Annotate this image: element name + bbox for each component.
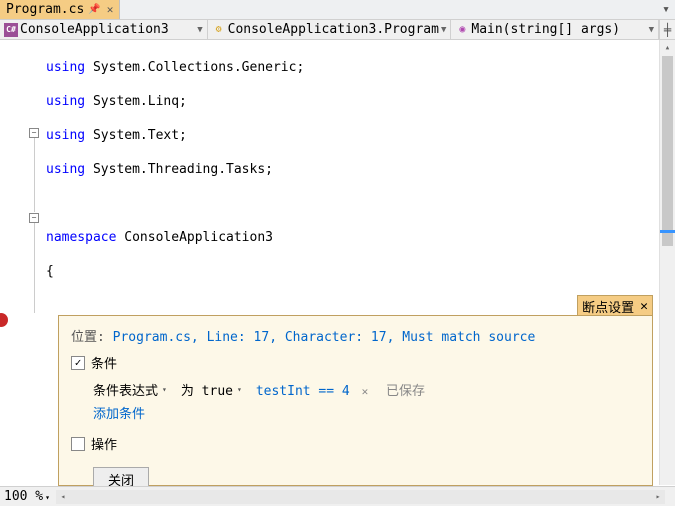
condition-op-dropdown[interactable]: 为 true▾ xyxy=(181,380,242,399)
condition-checkbox[interactable]: ✓ xyxy=(71,356,85,370)
condition-type-dropdown[interactable]: 条件表达式▾ xyxy=(93,380,167,399)
status-bar: 100 %▾ ◂ ▸ xyxy=(0,486,675,506)
fold-icon[interactable]: − xyxy=(29,213,39,223)
tab-label: Program.cs xyxy=(6,2,84,17)
location-row: 位置: Program.cs, Line: 17, Character: 17,… xyxy=(71,326,640,345)
saved-label: 已保存 xyxy=(386,384,425,399)
nav-class[interactable]: ⚙ ConsoleApplication3.Program ▼ xyxy=(208,20,452,39)
close-icon[interactable]: ✕ xyxy=(107,3,114,16)
scroll-left-icon[interactable]: ◂ xyxy=(56,490,70,504)
horizontal-scrollbar[interactable]: ◂ ▸ xyxy=(56,490,665,504)
fold-icon[interactable]: − xyxy=(29,128,39,138)
panel-close-icon[interactable]: ✕ xyxy=(640,299,648,314)
vertical-scrollbar[interactable]: ▴ xyxy=(659,40,675,485)
action-checkbox[interactable] xyxy=(71,437,85,451)
clear-expr-icon[interactable]: ✕ xyxy=(362,385,369,398)
csharp-icon: C# xyxy=(4,23,18,37)
nav-project[interactable]: C# ConsoleApplication3 ▼ xyxy=(0,20,208,39)
breakpoint-settings-panel: 位置: Program.cs, Line: 17, Character: 17,… xyxy=(58,315,653,486)
split-icon[interactable]: ╪ xyxy=(659,20,675,39)
method-icon: ◉ xyxy=(455,23,469,37)
class-icon: ⚙ xyxy=(212,23,226,37)
add-condition-link[interactable]: 添加条件 xyxy=(93,403,640,422)
tab-overflow[interactable]: ▾ xyxy=(657,0,675,19)
scroll-thumb[interactable] xyxy=(662,56,673,246)
scroll-right-icon[interactable]: ▸ xyxy=(651,490,665,504)
chevron-down-icon: ▼ xyxy=(197,25,202,35)
pin-icon[interactable]: 📌 xyxy=(88,4,100,15)
zoom-level[interactable]: 100 %▾ xyxy=(4,489,50,504)
breakpoint-icon[interactable] xyxy=(0,313,8,327)
editor-gutter[interactable]: − − xyxy=(0,40,40,485)
chevron-down-icon: ▼ xyxy=(649,25,654,35)
scroll-up-icon[interactable]: ▴ xyxy=(660,40,675,56)
scroll-marker xyxy=(660,230,675,233)
location-link[interactable]: Program.cs, Line: 17, Character: 17, Mus… xyxy=(113,330,536,345)
condition-label: 条件 xyxy=(91,353,117,372)
file-tab[interactable]: Program.cs 📌 ✕ xyxy=(0,0,120,19)
condition-expression[interactable]: testInt == 4 xyxy=(256,384,350,399)
action-label: 操作 xyxy=(91,434,117,453)
nav-method[interactable]: ◉ Main(string[] args) ▼ xyxy=(451,20,659,39)
chevron-down-icon: ▼ xyxy=(441,25,446,35)
